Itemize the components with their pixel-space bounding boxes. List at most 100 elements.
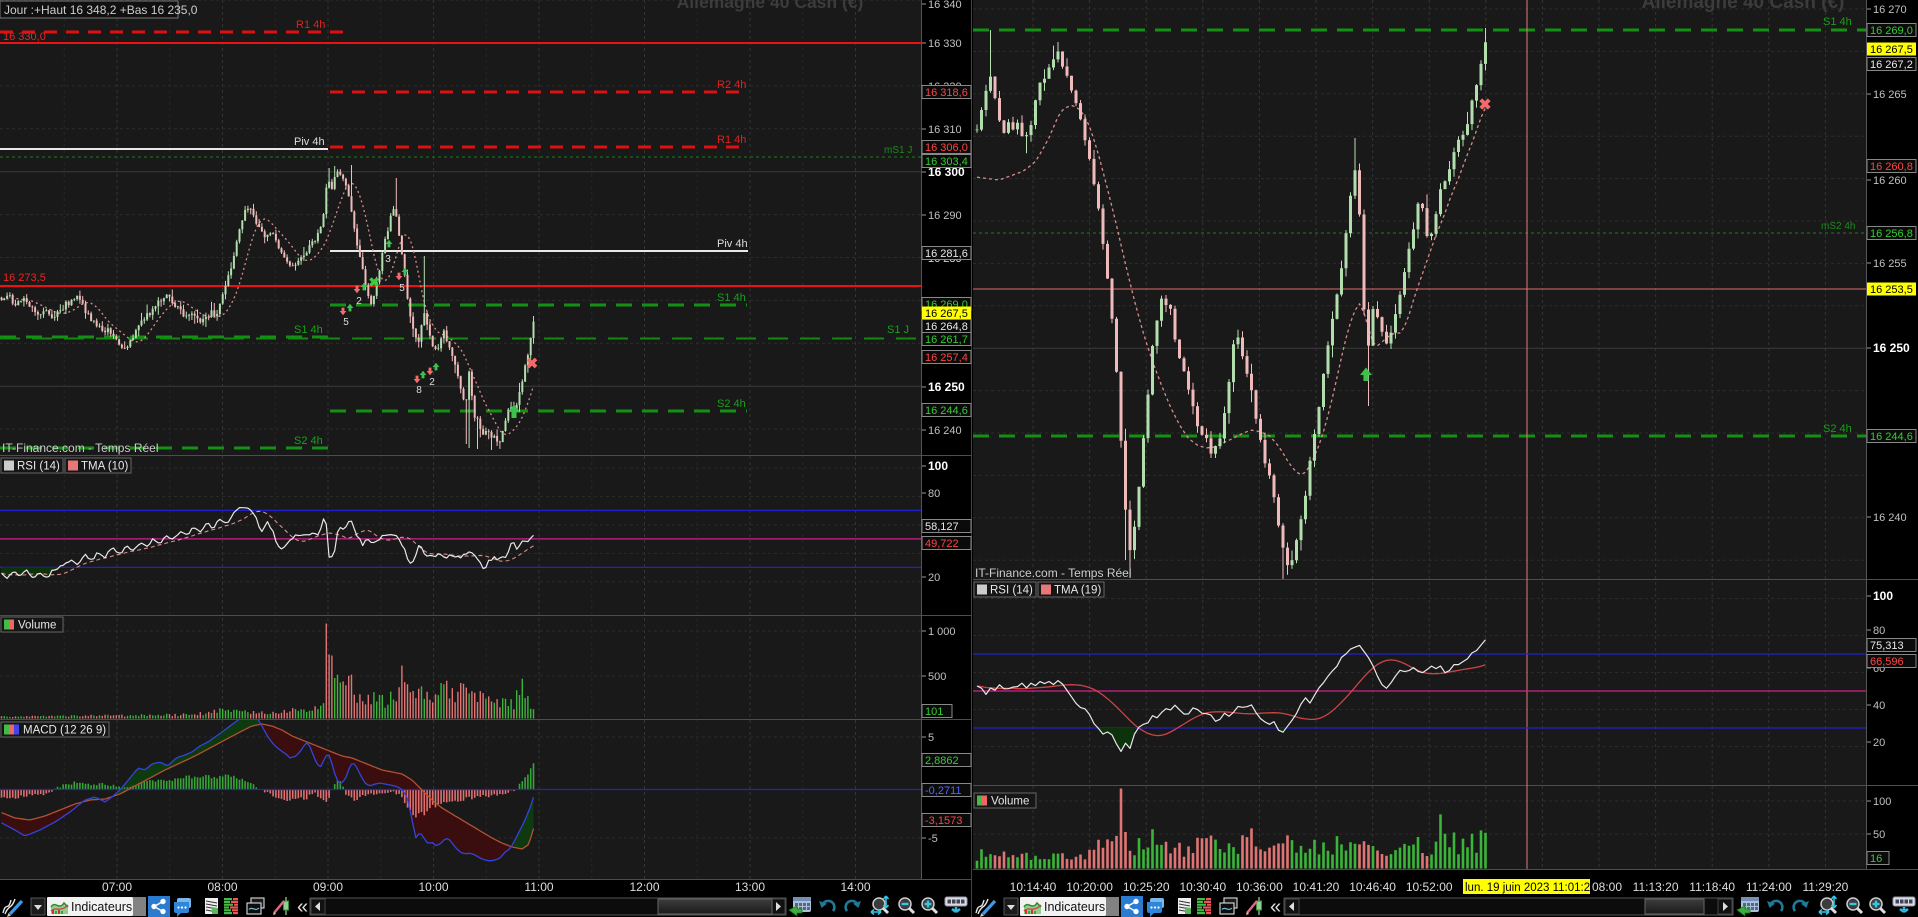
svg-text:16 261,7: 16 261,7 [925,334,968,346]
svg-text:16 267,5: 16 267,5 [925,308,968,320]
svg-text:13:00: 13:00 [735,880,765,894]
svg-text:16 340: 16 340 [928,0,962,11]
svg-text:11:29:20: 11:29:20 [1802,880,1848,894]
svg-text:Allemagne 40 Cash (€): Allemagne 40 Cash (€) [677,0,864,12]
svg-text:Indicateurs: Indicateurs [1044,900,1105,914]
svg-text:16 260,8: 16 260,8 [1870,161,1913,173]
svg-text:S2 4h: S2 4h [717,398,746,410]
svg-text:20: 20 [1873,737,1885,749]
svg-text:S2 4h: S2 4h [294,435,323,447]
svg-text:16 240: 16 240 [928,425,962,437]
svg-text:16 303,4: 16 303,4 [925,156,968,168]
svg-text:3: 3 [385,254,391,265]
svg-text:40: 40 [1873,700,1885,712]
svg-text:80: 80 [928,488,940,500]
svg-text:-3,1573: -3,1573 [925,815,962,827]
svg-text:16: 16 [1870,853,1882,865]
svg-text:1 000: 1 000 [928,626,956,638]
svg-text:2: 2 [356,296,362,307]
svg-text:MACD (12 26 9): MACD (12 26 9) [23,725,106,737]
svg-text:16 270: 16 270 [1873,4,1907,16]
svg-text:11:18:40: 11:18:40 [1689,880,1735,894]
svg-text:TMA (19): TMA (19) [1054,585,1101,597]
svg-text:2: 2 [429,377,435,388]
svg-text:80: 80 [1873,625,1885,637]
svg-text:10:46:40: 10:46:40 [1349,880,1396,894]
svg-text:10:52:00: 10:52:00 [1406,880,1453,894]
svg-text:Piv 4h: Piv 4h [717,238,748,250]
svg-text:58,127: 58,127 [925,521,959,533]
svg-text:49,722: 49,722 [925,538,959,550]
svg-text:75,313: 75,313 [1870,640,1904,652]
svg-text:100: 100 [1873,589,1893,603]
svg-text:S1 J: S1 J [887,324,909,336]
svg-text:5: 5 [399,283,405,294]
svg-text:16 269,0: 16 269,0 [1870,25,1913,37]
svg-text:500: 500 [928,671,946,683]
svg-text:11:13:20: 11:13:20 [1633,880,1679,894]
svg-text:RSI (14): RSI (14) [990,585,1033,597]
svg-text:12:00: 12:00 [629,880,659,894]
svg-text:Piv 4h: Piv 4h [294,136,325,148]
svg-text:Volume: Volume [18,620,56,632]
svg-text:16 290: 16 290 [928,210,962,222]
svg-text:16 330,0: 16 330,0 [3,31,46,43]
svg-text:IT-Finance.com - Temps Réel: IT-Finance.com - Temps Réel [975,566,1132,580]
svg-text:RSI (14): RSI (14) [17,461,60,473]
svg-text:10:41:20: 10:41:20 [1293,880,1340,894]
svg-text:R1 4h: R1 4h [717,134,746,146]
svg-text:S2 4h: S2 4h [1823,423,1852,435]
svg-text:16 267,5: 16 267,5 [1870,44,1913,56]
svg-text:16 255: 16 255 [1873,258,1907,270]
svg-text:10:30:40: 10:30:40 [1179,880,1226,894]
svg-text:16 250: 16 250 [1873,341,1910,355]
svg-text:S1 4h: S1 4h [717,292,746,304]
svg-text:10:00: 10:00 [418,880,448,894]
svg-text:16 260: 16 260 [1873,175,1907,187]
svg-text:mS1 J: mS1 J [884,145,912,156]
svg-text:Volume: Volume [991,796,1029,808]
svg-text:10:14:40: 10:14:40 [1010,880,1057,894]
svg-text:16 257,4: 16 257,4 [925,352,968,364]
svg-text:66,596: 66,596 [1870,656,1904,668]
svg-text:101: 101 [925,706,943,718]
svg-text:16 318,6: 16 318,6 [925,87,968,99]
svg-text:16 310: 16 310 [928,124,962,136]
svg-text:R2 4h: R2 4h [717,79,746,91]
svg-text:10:36:00: 10:36:00 [1236,880,1283,894]
svg-text:Indicateurs: Indicateurs [71,900,132,914]
svg-text:«: « [297,896,308,917]
svg-text:16 264,8: 16 264,8 [925,321,968,333]
svg-text:07:00: 07:00 [102,880,132,894]
svg-text:2,8862: 2,8862 [925,755,959,767]
svg-text:16 281,6: 16 281,6 [925,248,968,260]
svg-text:5: 5 [928,732,934,744]
svg-text:16 244,6: 16 244,6 [1870,431,1913,443]
svg-text:S1 4h: S1 4h [294,324,323,336]
svg-text:11:00: 11:00 [524,880,553,894]
svg-text:S1 4h: S1 4h [1823,16,1852,28]
svg-text:16 330: 16 330 [928,38,962,50]
svg-text:16 306,0: 16 306,0 [925,142,968,154]
svg-text:16 244,6: 16 244,6 [925,405,968,417]
svg-text:16 256,8: 16 256,8 [1870,228,1913,240]
svg-text:100: 100 [1873,796,1891,808]
svg-text:10:20:00: 10:20:00 [1066,880,1113,894]
svg-text:Allemagne 40 Cash (€): Allemagne 40 Cash (€) [1642,0,1845,13]
svg-text:lun. 19 juin 2023 11:01:20: lun. 19 juin 2023 11:01:20 [1465,882,1597,894]
svg-text:8: 8 [416,385,422,396]
svg-text:10:25:20: 10:25:20 [1123,880,1170,894]
svg-text:Jour :+Haut 16 348,2 +Bas 16 2: Jour :+Haut 16 348,2 +Bas 16 235,0 [4,3,198,17]
svg-text:IT-Finance.com - Temps Réel: IT-Finance.com - Temps Réel [2,441,159,455]
svg-text:16 273,5: 16 273,5 [3,272,46,284]
svg-text:-0,2711: -0,2711 [925,785,962,797]
svg-text:08:00: 08:00 [1592,880,1622,894]
svg-text:50: 50 [1873,829,1885,841]
svg-text:16 250: 16 250 [928,380,965,394]
svg-text:11:24:00: 11:24:00 [1746,880,1792,894]
svg-text:-5: -5 [928,833,938,845]
svg-text:100: 100 [928,459,948,473]
svg-text:16 240: 16 240 [1873,512,1907,524]
svg-text:08:00: 08:00 [207,880,237,894]
svg-text:16 267,2: 16 267,2 [1870,59,1913,71]
